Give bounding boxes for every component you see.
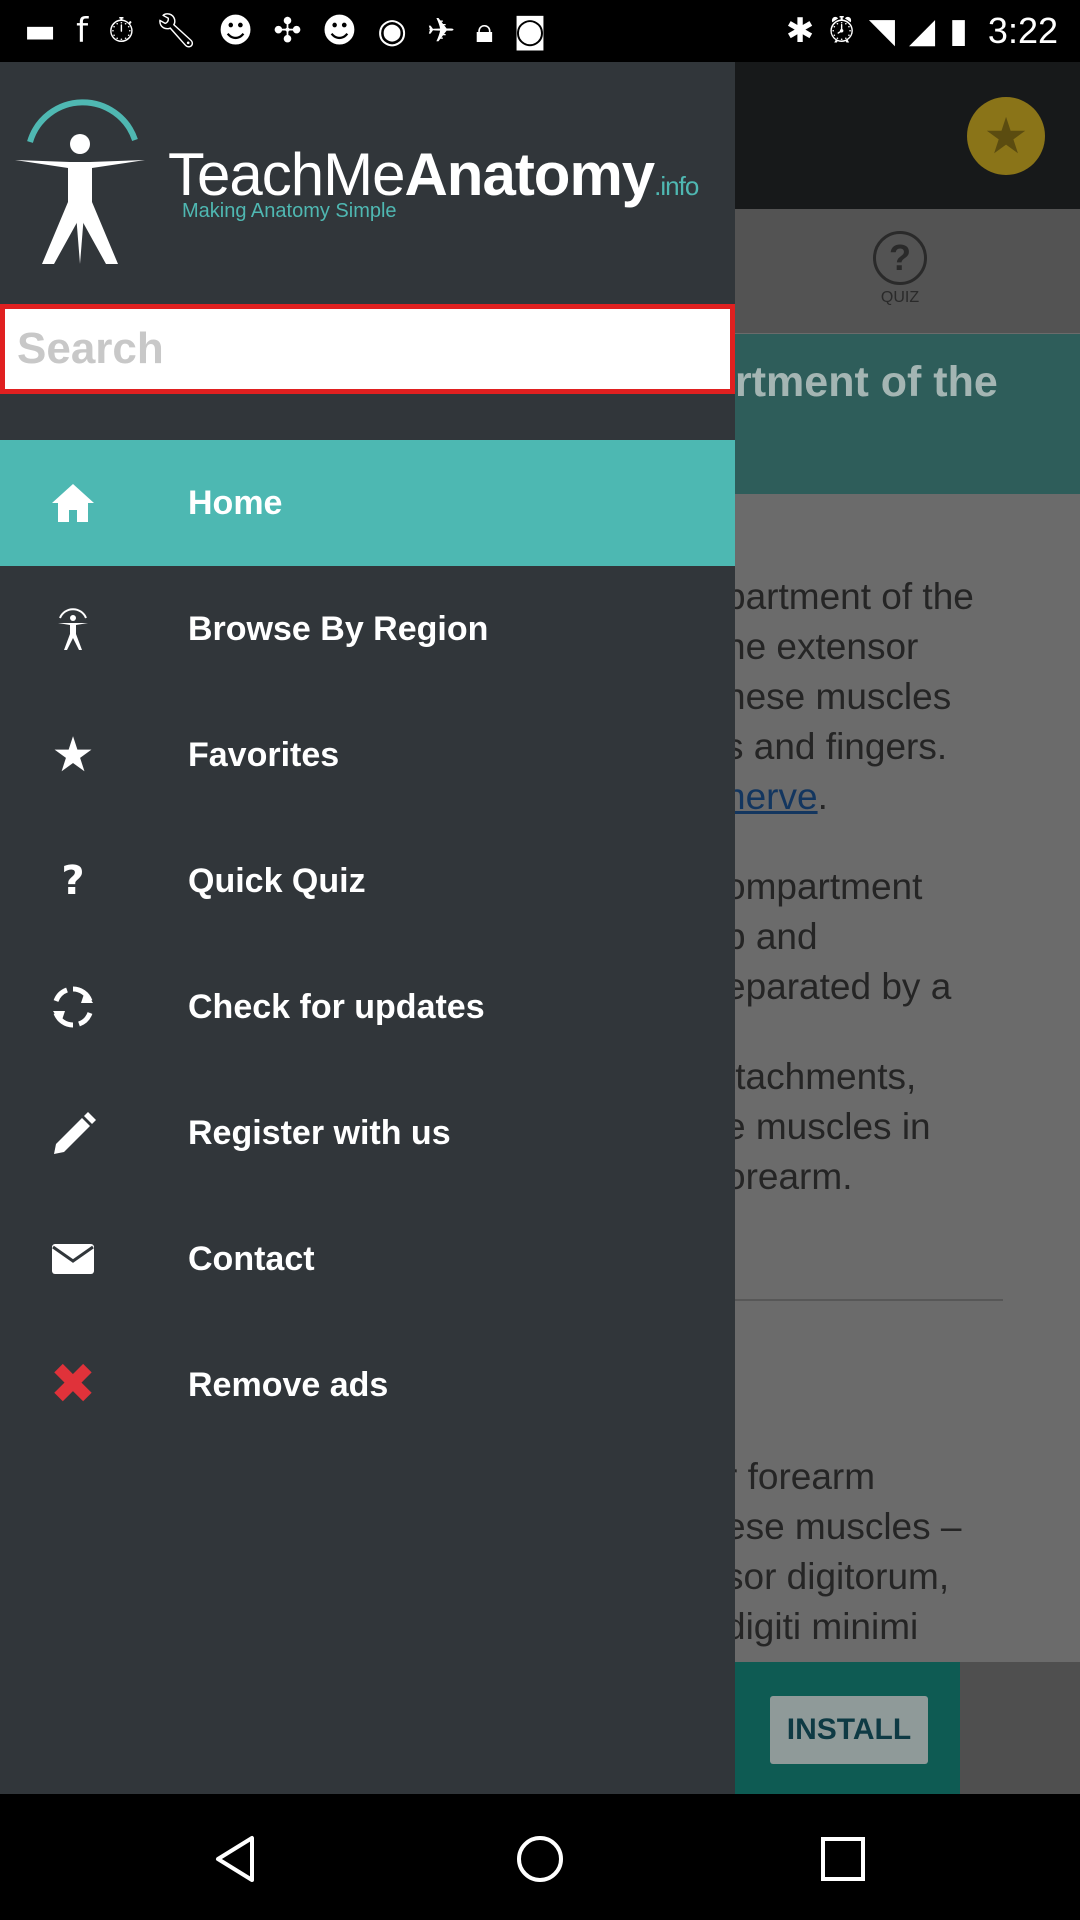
smiley-icon: ☻ [217,11,254,51]
paragraph: ompartment p and eparated by a [725,866,952,1007]
fake-gps-icon: ✈ [426,11,456,51]
install-button[interactable]: INSTALL [770,1696,928,1764]
status-bar: ▬ f ⏱ 🔧︎ ☻ ✣ ☻ ◉ ✈ 🔒︎ ◙ ✱ ⏰︎ ◥ ◢ ▮ 3:22 [0,0,1080,62]
refresh-icon [0,983,146,1031]
favorite-star-button[interactable]: ★ [967,97,1045,175]
bluetooth-icon: ✱ [785,11,815,51]
menu-item-check-for-updates[interactable]: Check for updates [0,944,735,1070]
paragraph: ttachments, e muscles in orearm. [725,1056,931,1197]
paragraph: partment of the he extensor hese muscles… [725,576,974,817]
menu-item-quick-quiz[interactable]: ? Quick Quiz [0,818,735,944]
question-icon: ? [873,231,927,285]
envelope-icon [0,1242,146,1276]
navigation-drawer: TeachMeAnatomy.info Making Anatomy Simpl… [0,62,735,1794]
pencil-icon [0,1110,146,1156]
quiz-tab-label: QUIZ [880,289,920,306]
wrench-icon: 🔧︎ [154,11,198,51]
menu-item-label: Register with us [188,1113,451,1152]
menu-item-label: Browse By Region [188,609,489,648]
battery-icon: ▮ [949,11,968,51]
logo-wordmark: TeachMeAnatomy.info [168,141,699,208]
close-icon: ✖ [49,1352,97,1417]
nerve-link[interactable]: nerve [725,776,818,817]
search-box [0,304,735,394]
question-icon: ? [61,858,85,904]
home-nav-icon[interactable] [515,1834,565,1884]
divider [735,1299,1003,1301]
article-body-section-2: r forearm ese muscles – sor digitorum, d… [725,1456,962,1647]
smiley-icon: ☻ [321,11,358,51]
wifi-icon: ◥ [868,11,896,51]
logo-tagline: Making Anatomy Simple [182,200,397,222]
menu-item-label: Favorites [188,735,340,774]
menu-item-home[interactable]: Home [0,440,735,566]
media-icon: ◉ [377,11,407,51]
body-figure-icon [0,606,146,652]
menu-item-label: Check for updates [188,987,485,1026]
menu-item-favorites[interactable]: ★ Favorites [0,692,735,818]
menu-item-browse-by-region[interactable]: Browse By Region [0,566,735,692]
menu-item-label: Quick Quiz [188,861,366,900]
menu-item-label: Remove ads [188,1365,389,1404]
drawer-menu: Home Browse By Region ★ Favorites ? Quic… [0,440,735,1448]
logo-figure-icon [15,99,145,264]
timer-icon: ⏱ [108,11,135,51]
home-icon [0,482,146,524]
gamepad-icon: ◙ [513,11,547,51]
star-icon: ★ [51,727,95,783]
menu-item-contact[interactable]: Contact [0,1196,735,1322]
drawer-header: TeachMeAnatomy.info Making Anatomy Simpl… [0,62,735,300]
clock: 3:22 [987,10,1058,51]
search-input[interactable] [5,309,730,389]
article-body: partment of the he extensor hese muscles… [725,572,1080,1242]
menu-item-label: Contact [188,1239,315,1278]
lock-icon: 🔒︎ [475,11,494,51]
menu-item-register-with-us[interactable]: Register with us [0,1070,735,1196]
alarm-icon: ⏰︎ [828,11,855,51]
menu-item-label: Home [188,483,283,522]
recents-icon[interactable] [818,1834,868,1884]
puzzle-icon: ✣ [273,11,302,51]
back-icon[interactable] [212,1834,262,1884]
system-nav-bar [0,1794,1080,1920]
signal-icon: ◢ [909,11,936,51]
quiz-tab[interactable]: ? QUIZ [870,231,930,307]
notification-icons: ▬ f ⏱ 🔧︎ ☻ ✣ ☻ ◉ ✈ 🔒︎ ◙ [24,10,546,52]
facebook-icon: f [76,11,89,51]
system-icons: ✱ ⏰︎ ◥ ◢ ▮ 3:22 [786,10,1058,52]
chat-icon: ▬ [24,11,57,51]
article-title: rtment of the [735,358,998,406]
menu-item-remove-ads[interactable]: ✖ Remove ads [0,1322,735,1448]
